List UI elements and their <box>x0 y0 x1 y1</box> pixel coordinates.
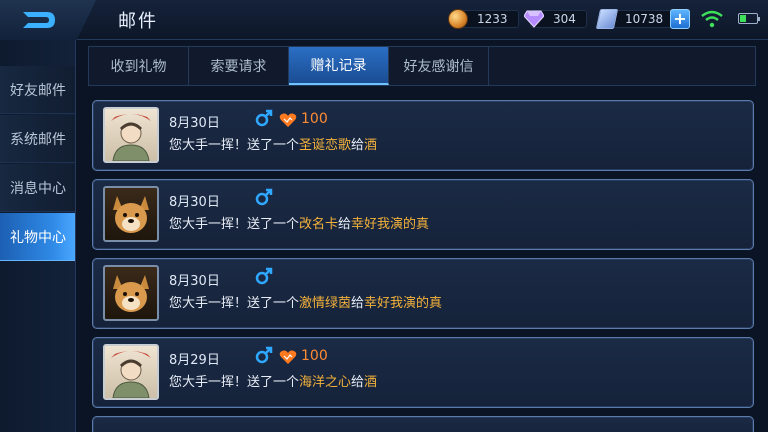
list-item[interactable]: 8月29日 100 您大手一挥！送了一个海洋之心给酒 <box>92 337 754 408</box>
diamond-icon <box>524 10 544 28</box>
sidebar-item-friend-mail[interactable]: 好友邮件 <box>0 66 75 114</box>
tab-requests[interactable]: 索要请求 <box>189 47 289 85</box>
tab-bar: 收到礼物 索要请求 赠礼记录 好友感谢信 <box>88 46 756 86</box>
avatar-dog-icon <box>113 196 149 233</box>
record-date: 8月30日 <box>169 116 220 131</box>
gift-name: 圣诞恋歌 <box>299 138 352 153</box>
gift-name: 改名卡 <box>299 217 339 232</box>
sidebar: 好友邮件 系统邮件 消息中心 礼物中心 <box>0 40 76 432</box>
message-prefix: 您大手一挥！送了一个 <box>169 375 300 390</box>
record-date: 8月29日 <box>169 353 220 368</box>
charm-value: 100 <box>301 111 328 127</box>
record-date: 8月30日 <box>169 195 220 210</box>
top-bar: 邮件 1233 304 10738 + <box>0 0 768 40</box>
wifi-icon <box>701 10 723 28</box>
avatar[interactable] <box>103 186 159 242</box>
diamond-value: 304 <box>553 12 576 26</box>
diamond-counter: 304 <box>524 8 587 30</box>
avatar[interactable] <box>103 265 159 321</box>
back-arrow-icon <box>23 12 55 28</box>
recipient-name[interactable]: 幸好我演的真 <box>351 217 429 232</box>
message-mid: 给 <box>351 138 365 153</box>
record-date: 8月30日 <box>169 274 220 289</box>
gold-counter: 1233 <box>448 8 519 30</box>
message-mid: 给 <box>351 375 365 390</box>
sidebar-item-gift-center[interactable]: 礼物中心 <box>0 213 75 261</box>
gold-value: 1233 <box>477 12 508 26</box>
list-item[interactable]: 8月30日 您大手一挥！送了一个激情绿茵给幸好我演的真 <box>92 258 754 329</box>
message-prefix: 您大手一挥！送了一个 <box>169 217 300 232</box>
page-title: 邮件 <box>118 11 158 32</box>
heart-icon <box>279 350 297 364</box>
tab-gift-records[interactable]: 赠礼记录 <box>289 47 389 85</box>
sidebar-item-label: 好友邮件 <box>10 82 66 99</box>
recipient-name[interactable]: 幸好我演的真 <box>364 296 442 311</box>
heart-icon <box>279 113 297 127</box>
gold-coin-icon <box>448 9 468 29</box>
sidebar-item-label: 系统邮件 <box>10 131 66 148</box>
male-icon <box>255 267 273 285</box>
record-message: 您大手一挥！送了一个激情绿茵给幸好我演的真 <box>169 292 442 311</box>
record-message: 您大手一挥！送了一个改名卡给幸好我演的真 <box>169 213 429 232</box>
list-item[interactable]: 8月30日 您大手一挥！送了一个改名卡给幸好我演的真 <box>92 179 754 250</box>
charm-value: 100 <box>301 348 328 364</box>
recipient-name[interactable]: 酒 <box>364 138 377 153</box>
recipient-name[interactable]: 酒 <box>364 375 377 390</box>
avatar[interactable] <box>103 344 159 400</box>
avatar[interactable] <box>103 107 159 163</box>
tab-thank-you-letters[interactable]: 好友感谢信 <box>389 47 489 85</box>
record-message: 您大手一挥！送了一个海洋之心给酒 <box>169 371 377 390</box>
avatar-dog-icon <box>113 275 149 312</box>
avatar-portrait-icon <box>111 351 151 398</box>
voucher-counter: 10738 <box>595 8 675 30</box>
sidebar-item-system-mail[interactable]: 系统邮件 <box>0 115 75 163</box>
list-item[interactable]: 8月30日 100 您大手一挥！送了一个圣诞恋歌给酒 <box>92 100 754 171</box>
sidebar-item-label: 消息中心 <box>10 180 66 197</box>
recharge-plus-button[interactable]: + <box>670 9 690 29</box>
male-icon <box>255 109 273 127</box>
message-prefix: 您大手一挥！送了一个 <box>169 296 300 311</box>
record-message: 您大手一挥！送了一个圣诞恋歌给酒 <box>169 134 377 153</box>
gift-record-list: 8月30日 100 您大手一挥！送了一个圣诞恋歌给酒 8月30日 您大手一挥！送… <box>92 100 754 432</box>
message-prefix: 您大手一挥！送了一个 <box>169 138 300 153</box>
male-icon <box>255 188 273 206</box>
battery-icon <box>738 13 760 24</box>
back-button[interactable] <box>0 0 96 40</box>
voucher-value: 10738 <box>625 12 664 26</box>
message-mid: 给 <box>338 217 352 232</box>
message-mid: 给 <box>351 296 365 311</box>
sidebar-item-label: 礼物中心 <box>10 229 66 246</box>
avatar-portrait-icon <box>111 114 151 161</box>
gift-name: 激情绿茵 <box>299 296 352 311</box>
list-item-partial[interactable] <box>92 416 754 432</box>
sidebar-item-message-center[interactable]: 消息中心 <box>0 164 75 212</box>
tab-received-gifts[interactable]: 收到礼物 <box>89 47 189 85</box>
male-icon <box>255 346 273 364</box>
gift-name: 海洋之心 <box>299 375 352 390</box>
